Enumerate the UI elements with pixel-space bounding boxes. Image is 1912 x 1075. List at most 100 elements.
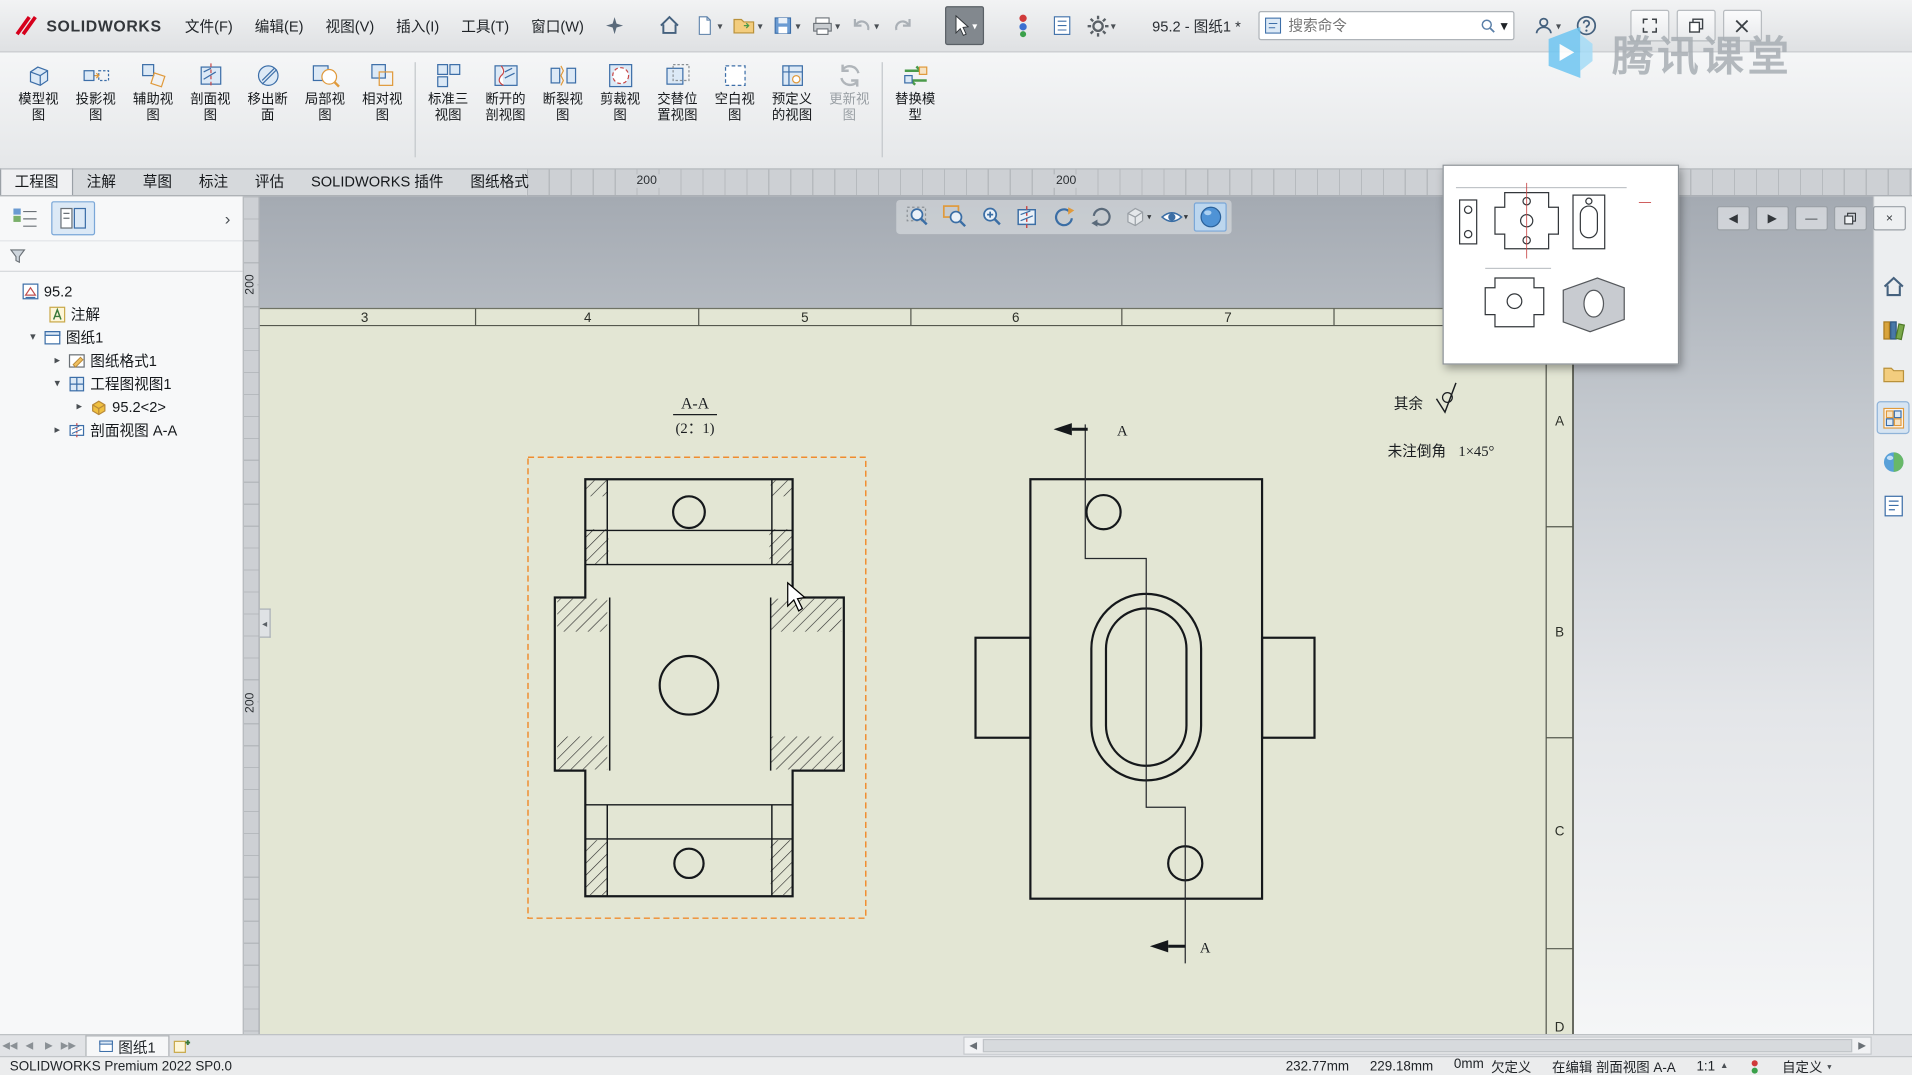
tree-item-drawing-root[interactable]: 95.2 (0, 279, 243, 302)
menu-file[interactable]: 文件(F) (174, 9, 244, 42)
select-dropdown-caret[interactable]: ▾ (972, 20, 977, 31)
tree-expand-caret[interactable]: ▸ (51, 354, 63, 367)
account-dropdown-caret[interactable]: ▾ (1556, 20, 1561, 31)
appearances-button[interactable] (1877, 445, 1910, 478)
panel-splitter-grip[interactable]: ◂ (259, 608, 271, 638)
save-dropdown-caret[interactable]: ▾ (795, 20, 800, 31)
tree-item-section-view-aa[interactable]: ▸ 剖面视图 A-A (0, 418, 243, 441)
tree-item-sheet-format1[interactable]: ▸ 图纸格式1 (0, 349, 243, 372)
scroll-right-arrow[interactable]: ▶ (1853, 1038, 1870, 1054)
options-button[interactable]: ▾ (1083, 7, 1120, 44)
tab-sketch[interactable]: 草图 (129, 167, 185, 195)
display-pane-toggle-button[interactable] (51, 201, 96, 236)
zoom-area-button[interactable] (938, 202, 971, 231)
display-style-button[interactable] (1193, 202, 1227, 232)
tab-addins[interactable]: SOLIDWORKS 插件 (298, 167, 457, 195)
search-icon[interactable] (1480, 18, 1496, 34)
drawing-sheet[interactable]: 3 4 5 6 7 A B C D (243, 307, 1574, 1035)
view-3d-button[interactable]: ▾ (1121, 202, 1154, 231)
tree-item-sheet1[interactable]: ▾ 图纸1 (0, 326, 243, 349)
undo-dropdown-caret[interactable]: ▾ (874, 20, 879, 31)
tree-item-drawing-view1[interactable]: ▾ 工程图视图1 (0, 372, 243, 395)
options-dropdown-caret[interactable]: ▾ (1111, 20, 1116, 31)
horizontal-scrollbar[interactable]: ◀ ▶ (963, 1036, 1872, 1055)
command-search[interactable]: ▾ (1257, 10, 1514, 41)
scrollbar-thumb[interactable] (982, 1038, 1853, 1053)
custom-properties-button[interactable] (1877, 489, 1910, 522)
menu-edit[interactable]: 编辑(E) (244, 9, 315, 42)
appearance-target-button[interactable] (1005, 7, 1042, 44)
design-library-button[interactable] (1877, 313, 1910, 346)
undo-button[interactable]: ▾ (846, 7, 883, 44)
menu-tools[interactable]: 工具(T) (450, 9, 520, 42)
visibility-button[interactable]: ▾ (1157, 202, 1190, 231)
sheet-tab-active[interactable]: 图纸1 (85, 1034, 170, 1057)
select-tool-button[interactable]: ▾ (944, 6, 984, 46)
tab-dimension[interactable]: 标注 (185, 167, 241, 195)
ribbon-button-crop-view[interactable]: 剪裁视图 (591, 57, 648, 128)
view-palette-preview-window[interactable] (1442, 164, 1680, 365)
tree-filter-row[interactable] (0, 240, 243, 272)
ribbon-button-standard-3-view[interactable]: 标准三视图 (419, 57, 476, 128)
next-window-button[interactable]: ▶ (1755, 206, 1789, 231)
search-dropdown-caret[interactable]: ▾ (1501, 17, 1508, 34)
ribbon-button-broken-out-section[interactable]: 断开的剖视图 (477, 57, 534, 128)
prev-sheet-button[interactable]: ◀ (20, 1036, 40, 1056)
panel-flyout-arrow[interactable]: › (217, 209, 237, 229)
units-dropdown-caret[interactable]: ▾ (1827, 1061, 1831, 1072)
tree-expand-caret[interactable]: ▾ (51, 377, 63, 390)
file-explorer-button[interactable] (1877, 357, 1910, 390)
tab-sheet-format[interactable]: 图纸格式 (457, 167, 542, 195)
minimize-doc-button[interactable]: — (1794, 206, 1828, 231)
ribbon-button-model-view[interactable]: 模型视图 (10, 57, 67, 128)
ribbon-button-detail-view[interactable]: 局部视图 (296, 57, 353, 128)
redo-button[interactable] (885, 7, 922, 44)
section-tool-button[interactable] (1011, 202, 1044, 231)
new-document-button[interactable]: ▾ (690, 7, 727, 44)
add-sheet-button[interactable] (169, 1036, 193, 1056)
taskpane-home-button[interactable] (1877, 269, 1910, 302)
menu-window[interactable]: 窗口(W) (520, 9, 595, 42)
home-button[interactable] (651, 7, 688, 44)
save-button[interactable]: ▾ (768, 7, 805, 44)
open-dropdown-caret[interactable]: ▾ (758, 20, 763, 31)
view-palette-button[interactable] (1876, 401, 1910, 435)
tree-item-annotations[interactable]: 注解 (0, 302, 243, 325)
print-button[interactable]: ▾ (807, 7, 844, 44)
scroll-left-arrow[interactable]: ◀ (965, 1038, 982, 1054)
tree-expand-caret[interactable]: ▸ (51, 423, 63, 436)
rotate-view-button[interactable] (1047, 202, 1080, 231)
ribbon-button-break-view[interactable]: 断裂视图 (534, 57, 591, 128)
ribbon-button-replace-model[interactable]: 替换模型 (886, 57, 943, 128)
restore-doc-button[interactable] (1833, 206, 1867, 231)
ribbon-button-alternate-position[interactable]: 交替位置视图 (649, 57, 706, 128)
help-button[interactable] (1568, 7, 1605, 44)
tab-drawing[interactable]: 工程图 (0, 165, 74, 196)
ribbon-button-relative-view[interactable]: 相对视图 (354, 57, 411, 128)
tree-expand-caret[interactable]: ▾ (27, 330, 39, 343)
zoom-fit-button[interactable] (901, 202, 934, 231)
restore-button[interactable] (1676, 9, 1716, 42)
scale-dropdown-caret[interactable]: ▲ (1720, 1062, 1728, 1071)
next-sheet-button[interactable]: ▶ (39, 1036, 59, 1056)
first-sheet-button[interactable]: ◀◀ (0, 1036, 20, 1056)
sheet-scale-control[interactable]: 1:1 ▲ (1696, 1059, 1728, 1074)
ribbon-button-update-view[interactable]: 更新视图 (821, 57, 878, 128)
ribbon-button-removed-section[interactable]: 移出断面 (239, 57, 296, 128)
pin-menu-icon[interactable] (596, 7, 633, 44)
tree-item-part-ref[interactable]: ▸ 95.2<2> (0, 395, 243, 418)
ribbon-button-section-view[interactable]: 剖面视图 (182, 57, 239, 128)
zoom-in-out-button[interactable] (974, 202, 1007, 231)
tab-evaluate[interactable]: 评估 (242, 167, 298, 195)
new-dropdown-caret[interactable]: ▾ (717, 20, 722, 31)
menu-insert[interactable]: 插入(I) (385, 9, 450, 42)
close-doc-button[interactable]: × (1872, 206, 1906, 231)
ribbon-button-predefined-view[interactable]: 预定义的视图 (763, 57, 820, 128)
pan-view-button[interactable] (1084, 202, 1117, 231)
menu-view[interactable]: 视图(V) (314, 9, 385, 42)
ribbon-button-auxiliary-view[interactable]: 辅助视图 (124, 57, 181, 128)
feature-tree-toggle-button[interactable] (5, 202, 46, 234)
view-3d-caret[interactable]: ▾ (1147, 212, 1151, 222)
properties-button[interactable] (1044, 7, 1081, 44)
print-dropdown-caret[interactable]: ▾ (835, 20, 840, 31)
